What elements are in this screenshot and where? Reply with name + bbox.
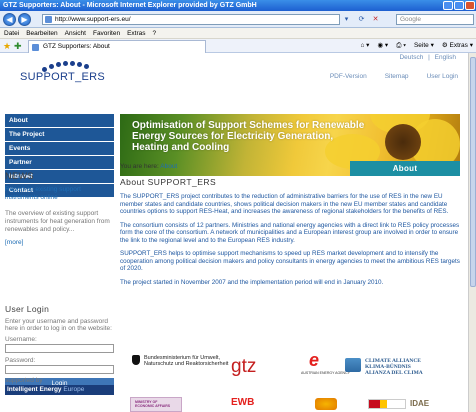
breadcrumb-current[interactable]: About (160, 163, 177, 170)
news-link[interactable]: Report on existing support instruments o… (5, 186, 114, 202)
address-dropdown-icon[interactable]: ▾ (341, 14, 352, 25)
breadcrumb-prefix: You are here: (120, 163, 159, 170)
password-field[interactable] (5, 365, 114, 374)
bmu-text: Bundesministerium für Umwelt, Naturschut… (144, 355, 229, 367)
username-field[interactable] (5, 344, 114, 353)
partner-logos: Bundesministerium für Umwelt, Naturschut… (120, 350, 460, 412)
banner-title: Optimisation of Support Schemes for Rene… (132, 120, 365, 153)
content-paragraph: The project started in November 2007 and… (120, 278, 384, 286)
print-icon[interactable]: ⎙ ▾ (396, 41, 406, 51)
page-icon (45, 16, 52, 23)
window-title: GTZ Supporters: About - Microsoft Intern… (3, 2, 257, 9)
spain-ministry-logo[interactable] (368, 399, 406, 409)
menu-extras[interactable]: Extras (127, 28, 145, 38)
content-paragraph: The consortium consists of 12 partners. … (120, 221, 460, 244)
page-title: About SUPPORT_ERS (120, 177, 217, 187)
menu-datei[interactable]: Datei (4, 28, 19, 38)
partner-logos-row2: MINISTRY OF ECONOMIC AFFAIRS EWB IDAE (120, 397, 460, 412)
site-logo[interactable]: SUPPORT_ERS (14, 57, 114, 107)
lang-english[interactable]: English (435, 54, 456, 61)
feeds-icon[interactable]: ◉ ▾ (377, 41, 388, 51)
menu-favoriten[interactable]: Favoriten (93, 28, 120, 38)
favorites-star-icon[interactable]: ★ (3, 41, 11, 52)
nav-item-partner[interactable]: Partner (5, 156, 114, 170)
climate-alliance-es: ALIANZA DEL CLIMA (365, 370, 423, 376)
page-menu[interactable]: Seite ▾ (414, 41, 434, 51)
news-box: NEWS Report on existing support instrume… (5, 169, 114, 246)
password-label: Password: (5, 357, 36, 364)
main-content: You are here: About About SUPPORT_ERS Th… (120, 163, 462, 286)
idae-logo[interactable]: IDAE (410, 399, 429, 408)
menu-help[interactable]: ? (153, 28, 157, 38)
news-more-link[interactable]: [more] (5, 239, 114, 246)
page-menu-label: Seite (413, 42, 429, 49)
extras-menu[interactable]: ⚙ Extras ▾ (442, 41, 473, 51)
back-button[interactable]: ◀ (3, 13, 16, 26)
refresh-icon[interactable]: ⟳ (356, 14, 367, 25)
ministry-logo[interactable]: MINISTRY OF ECONOMIC AFFAIRS (130, 397, 182, 412)
search-input[interactable]: Google (396, 14, 474, 25)
address-input[interactable]: http://www.support-ers.eu/ (42, 14, 340, 25)
search-placeholder: Google (400, 16, 421, 23)
aea-e-icon: e (309, 350, 320, 370)
climate-alliance-logo[interactable]: CLIMATE ALLIANCE KLIMA-BÜNDNIS ALIANZA D… (345, 358, 423, 376)
gtz-logo[interactable]: gtz (231, 356, 256, 378)
extras-menu-label: Extras (449, 42, 468, 49)
menu-bearbeiten[interactable]: Bearbeiten (26, 28, 57, 38)
menu-ansicht[interactable]: Ansicht (65, 28, 86, 38)
tab-page-icon (32, 44, 39, 51)
menu-bar: Datei Bearbeiten Ansicht Favoriten Extra… (0, 28, 476, 39)
climate-alliance-icon (345, 358, 361, 372)
news-text: The overview of existing support instrum… (5, 210, 110, 233)
login-heading: User Login (5, 304, 50, 314)
eagle-icon (132, 355, 140, 365)
pdf-version-link[interactable]: PDF-Version (330, 73, 367, 80)
partner-logo-orange[interactable] (315, 398, 337, 410)
username-label: Username: (5, 336, 37, 343)
supported-label: supported by (5, 377, 43, 384)
nav-item-events[interactable]: Events (5, 142, 114, 156)
sunflower-image (385, 124, 421, 160)
aea-text: AUSTRIAN ENERGY AGENCY (301, 371, 350, 375)
user-login-link[interactable]: User Login (427, 73, 458, 80)
add-favorite-icon[interactable]: ✚ (14, 41, 22, 52)
news-heading: NEWS (5, 171, 34, 181)
utility-links: PDF-Version Sitemap User Login (330, 73, 458, 80)
login-intro: Enter your username and password here in… (5, 318, 112, 332)
window-controls (443, 1, 475, 10)
forward-button[interactable]: ▶ (18, 13, 31, 26)
address-url: http://www.support-ers.eu/ (55, 16, 131, 23)
nav-item-about[interactable]: About (5, 114, 114, 128)
maximize-button[interactable] (454, 1, 464, 10)
breadcrumb: You are here: About (120, 163, 462, 170)
supported-by: supported by Intelligent Energy Europe (5, 377, 114, 395)
home-icon[interactable]: ⌂ ▾ (360, 41, 369, 51)
address-toolbar: ◀ ▶ http://www.support-ers.eu/ ▾ ⟳ ✕ Goo… (0, 11, 476, 28)
favorites-bar: ★ ✚ GTZ Supporters: About ⌂ ▾ ◉ ▾ ⎙ ▾ Se… (0, 39, 476, 53)
iee-eu: Europe (63, 386, 85, 393)
aea-logo[interactable]: e AUSTRIAN ENERGY AGENCY (301, 350, 350, 375)
sitemap-link[interactable]: Sitemap (385, 73, 409, 80)
browser-tab[interactable]: GTZ Supporters: About (28, 40, 206, 53)
ewb-logo[interactable]: EWB (231, 397, 254, 408)
content-paragraph: SUPPORT_ERS helps to optimise support me… (120, 250, 460, 272)
lang-separator: | (428, 54, 430, 61)
web-page: SUPPORT_ERS Deutsch | English PDF-Versio… (0, 53, 468, 412)
stop-icon[interactable]: ✕ (370, 14, 381, 25)
iee-logo[interactable]: Intelligent Energy Europe (5, 385, 114, 395)
scrollbar-thumb[interactable] (470, 57, 476, 287)
command-bar: ⌂ ▾ ◉ ▾ ⎙ ▾ Seite ▾ ⚙ Extras ▾ (360, 41, 473, 51)
iee-program: Intelligent Energy (7, 386, 62, 393)
vertical-scrollbar[interactable] (468, 53, 476, 412)
tab-label: GTZ Supporters: About (43, 43, 110, 50)
logo-wordmark: SUPPORT_ERS (20, 71, 106, 83)
nav-item-project[interactable]: The Project (5, 128, 114, 142)
lang-deutsch[interactable]: Deutsch (399, 54, 423, 61)
close-button[interactable] (465, 1, 475, 10)
content-paragraph: The SUPPORT_ERS project contributes to t… (120, 193, 449, 215)
window-titlebar: GTZ Supporters: About - Microsoft Intern… (0, 0, 476, 11)
minimize-button[interactable] (443, 1, 453, 10)
language-switch: Deutsch | English (396, 54, 456, 61)
